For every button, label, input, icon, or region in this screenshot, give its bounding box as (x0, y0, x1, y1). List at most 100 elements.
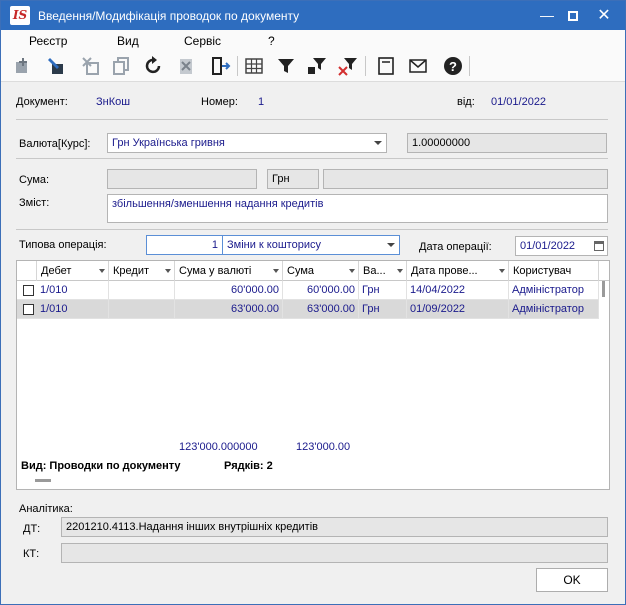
filter-dropdown-icon[interactable] (397, 269, 403, 273)
delete-entry-icon (82, 57, 99, 75)
column-header-credit[interactable]: Кредит (109, 261, 175, 281)
maximize-button[interactable] (560, 1, 586, 30)
close-button[interactable]: ✕ (589, 1, 619, 30)
column-header-sum-currency[interactable]: Сума у валюті (175, 261, 283, 281)
delete-entry-button[interactable] (80, 55, 102, 77)
filter-set-button[interactable] (306, 55, 328, 77)
dt-label: ДТ: (23, 523, 41, 535)
mail-button[interactable] (407, 55, 429, 77)
grid-button[interactable] (243, 55, 265, 77)
table-row[interactable]: 1/010 63'000.00 63'000.00 Грн 01/09/2022… (17, 300, 599, 319)
add-entry-icon (16, 58, 27, 73)
title-bar: IS Введення/Модифікація проводок по доку… (1, 1, 625, 30)
cell-credit (109, 281, 175, 300)
cell-sum-currency: 60'000.00 (175, 281, 283, 300)
document-label: Документ: (16, 96, 68, 108)
column-header-user[interactable]: Користувач (509, 261, 599, 281)
column-header-sum[interactable]: Сума (283, 261, 359, 281)
add-entry-button[interactable] (12, 55, 34, 77)
cell-debit: 1/010 (37, 281, 109, 300)
operation-date-value: 01/01/2022 (520, 240, 576, 252)
operation-select[interactable]: Зміни к кошторису (222, 235, 400, 255)
date-label: від: (457, 96, 475, 108)
filter-dropdown-icon[interactable] (499, 269, 505, 273)
cell-user: Адміністратор (509, 281, 599, 300)
cell-date: 14/04/2022 (407, 281, 509, 300)
column-header-date[interactable]: Дата прове... (407, 261, 509, 281)
help-button[interactable]: ? (442, 55, 464, 77)
operation-name: Зміни к кошторису (227, 239, 321, 251)
cell-date: 01/09/2022 (407, 300, 509, 319)
calendar-icon[interactable] (594, 241, 604, 251)
operation-date-label: Дата операції: (419, 241, 492, 253)
filter-dropdown-icon[interactable] (165, 269, 171, 273)
rows-count: Рядків: 2 (224, 460, 273, 472)
scrollbar-thumb[interactable] (602, 281, 605, 297)
filter-button[interactable] (275, 55, 297, 77)
copy-button[interactable] (111, 55, 133, 77)
filter-dropdown-icon[interactable] (99, 269, 105, 273)
minimize-icon: — (540, 7, 554, 23)
minimize-button[interactable]: — (534, 1, 560, 30)
number-label: Номер: (201, 96, 238, 108)
edit-entry-icon (48, 58, 63, 74)
menu-service[interactable]: Сервіс (184, 34, 221, 48)
delete-file-icon (180, 59, 192, 74)
document-button[interactable] (375, 55, 397, 77)
svg-text:?: ? (449, 59, 457, 74)
filter-icon (278, 59, 294, 73)
filter-dropdown-icon[interactable] (349, 269, 355, 273)
grid-icon (245, 58, 263, 74)
menu-registry[interactable]: Реєстр (29, 34, 67, 48)
view-status: Вид: Проводки по документу (21, 460, 181, 472)
filter-clear-button[interactable] (337, 55, 359, 77)
edit-entry-button[interactable] (46, 55, 68, 77)
rate-field: 1.00000000 (407, 133, 607, 153)
refresh-icon (145, 56, 161, 74)
main-window: IS Введення/Модифікація проводок по доку… (0, 0, 626, 605)
kt-label: КТ: (23, 548, 40, 560)
currency-label: Валюта[Курс]: (19, 138, 91, 150)
cell-sum: 63'000.00 (283, 300, 359, 319)
divider (16, 229, 608, 230)
amount-currency-field: Грн (267, 169, 319, 189)
filter-dropdown-icon[interactable] (273, 269, 279, 273)
table-row[interactable]: 1/010 60'000.00 60'000.00 Грн 14/04/2022… (17, 281, 599, 300)
toolbar: ? (1, 50, 625, 82)
cell-user: Адміністратор (509, 300, 599, 319)
chevron-down-icon (387, 243, 395, 247)
total-sum: 123'000.00 (296, 441, 351, 453)
menu-help[interactable]: ? (268, 34, 275, 48)
grid-header-checkbox (17, 261, 37, 281)
row-checkbox[interactable] (23, 285, 34, 296)
mail-icon (409, 59, 427, 73)
horizontal-scrollbar[interactable] (35, 479, 51, 482)
dt-field: 2201210.4113.Надання інших внутрішніх кр… (61, 517, 608, 537)
column-header-currency[interactable]: Ва... (359, 261, 407, 281)
operation-code: 1 (211, 239, 218, 251)
document-icon (378, 57, 394, 75)
amount-field (107, 169, 257, 189)
operation-code-field[interactable]: 1 (146, 235, 223, 255)
exit-button[interactable] (210, 55, 232, 77)
grid-header: Дебет Кредит Сума у валюті Сума Ва... Да… (17, 261, 609, 281)
ok-button[interactable]: OK (536, 568, 608, 592)
currency-select[interactable]: Грн Українська гривня (107, 133, 387, 153)
rate-value: 1.00000000 (412, 137, 471, 149)
delete-file-button[interactable] (175, 55, 197, 77)
window-title: Введення/Модифікація проводок по докумен… (38, 9, 300, 23)
divider (16, 158, 608, 159)
menu-view[interactable]: Вид (117, 34, 139, 48)
refresh-button[interactable] (143, 55, 165, 77)
column-header-debit[interactable]: Дебет (37, 261, 109, 281)
cell-currency: Грн (359, 300, 407, 319)
cell-currency: Грн (359, 281, 407, 300)
content-field[interactable]: збільшення/зменшення надання кредитів (107, 194, 608, 223)
amount-currency: Грн (272, 173, 290, 185)
operation-date-field[interactable]: 01/01/2022 (515, 236, 608, 256)
vertical-scrollbar[interactable] (599, 281, 609, 441)
filter-set-icon (308, 58, 326, 74)
currency-value: Грн Українська гривня (112, 137, 225, 149)
date-value: 01/01/2022 (491, 96, 547, 108)
row-checkbox[interactable] (23, 304, 34, 315)
